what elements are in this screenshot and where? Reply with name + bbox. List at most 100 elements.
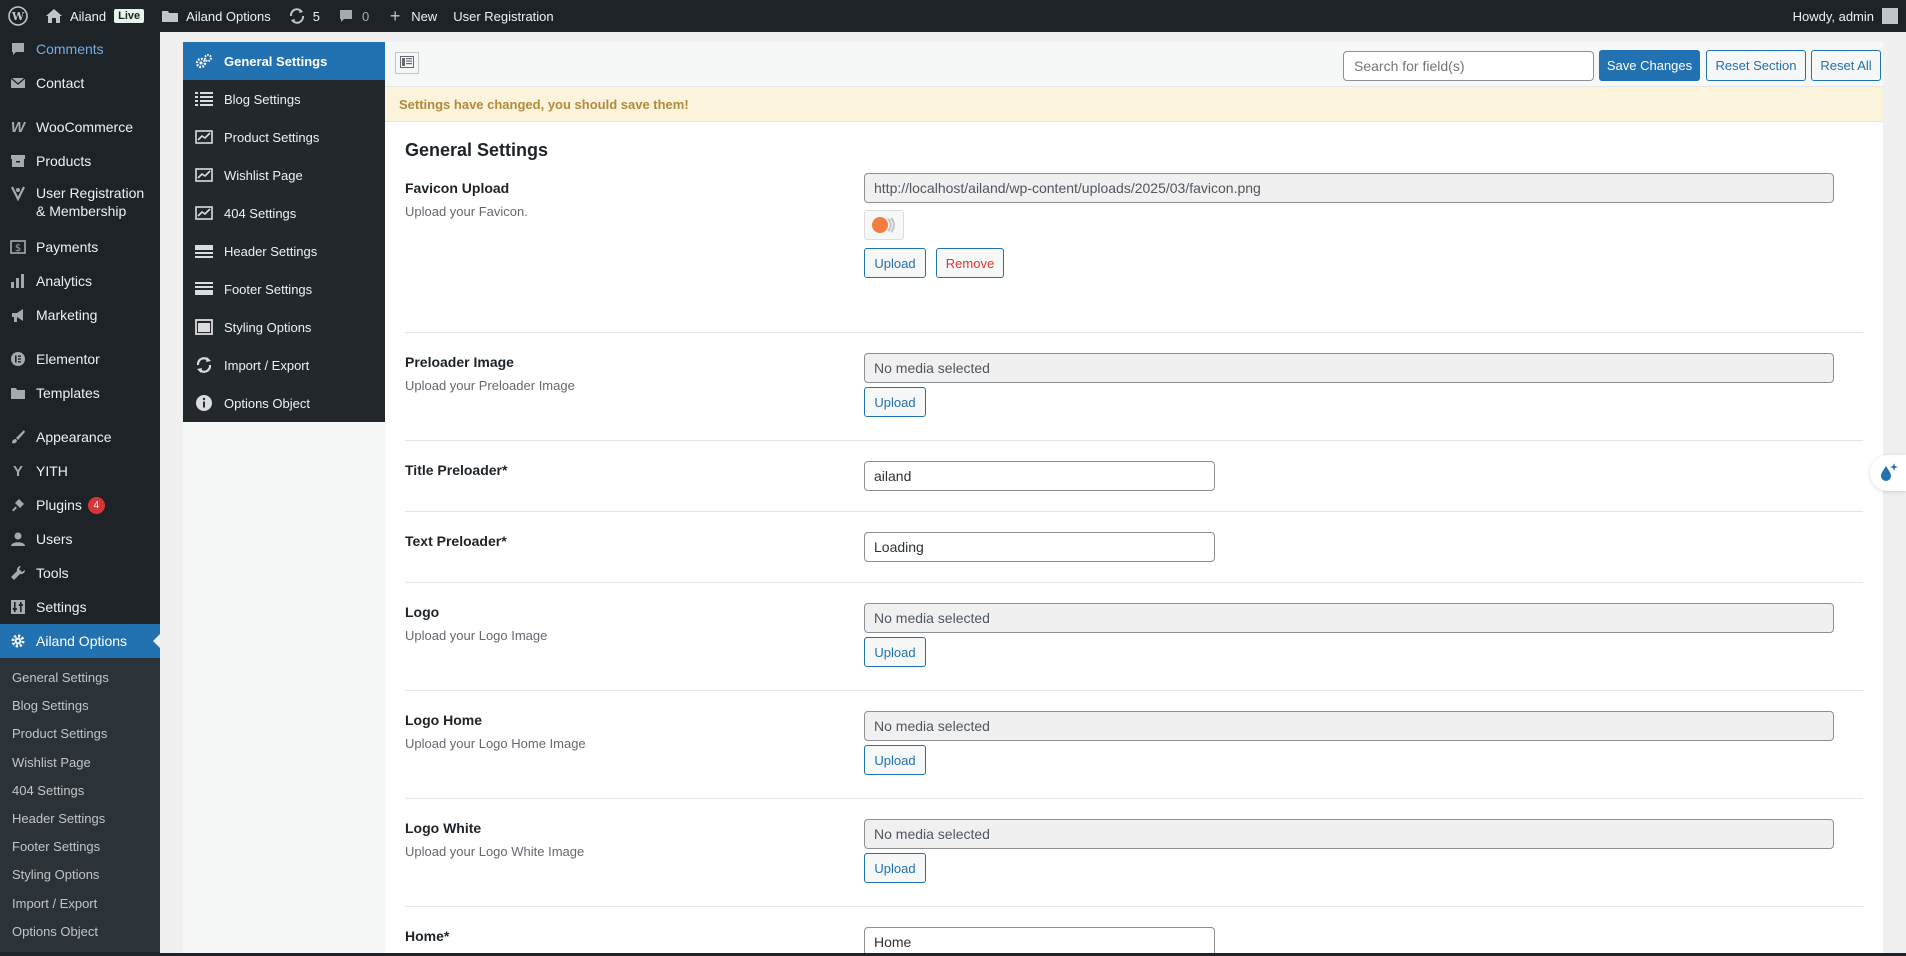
menu-settings-label: Settings (36, 599, 87, 615)
menu-user-registration[interactable]: User Registration & Membership (0, 178, 160, 230)
options-nav-import-export[interactable]: Import / Export (183, 346, 385, 384)
menu-yith[interactable]: Y YITH (0, 454, 160, 488)
menu-payments[interactable]: $ Payments (0, 230, 160, 264)
menu-templates-label: Templates (36, 385, 100, 401)
submenu-item[interactable]: Import / Export (0, 890, 160, 918)
options-nav-product-settings[interactable]: Product Settings (183, 118, 385, 156)
site-name: Ailand (70, 8, 107, 24)
submenu-item[interactable]: Options Object (0, 918, 160, 946)
list-icon (195, 90, 213, 108)
menu-analytics[interactable]: Analytics (0, 264, 160, 298)
menu-settings[interactable]: Settings (0, 590, 160, 624)
field-label: Preloader Image (405, 354, 514, 370)
menu-contact[interactable]: Contact (0, 66, 160, 100)
ailand-options-submenu: General Settings Blog Settings Product S… (0, 658, 160, 952)
favicon-url-input[interactable] (864, 173, 1834, 203)
field-preloader-image: Preloader Image Upload your Preloader Im… (405, 333, 1863, 441)
menu-plugins[interactable]: Plugins 4 (0, 488, 160, 522)
menu-tools[interactable]: Tools (0, 556, 160, 590)
menu-users-label: Users (36, 531, 73, 547)
menu-appearance-label: Appearance (36, 429, 112, 445)
favicon-upload-button[interactable]: Upload (864, 248, 926, 278)
menu-woocommerce[interactable]: W WooCommerce (0, 110, 160, 144)
submenu-item[interactable]: Header Settings (0, 805, 160, 833)
favicon-image (872, 217, 895, 233)
logo-home-upload-button[interactable]: Upload (864, 745, 926, 775)
menu-marketing[interactable]: Marketing (0, 298, 160, 332)
svg-text:$: $ (15, 243, 21, 254)
options-nav-general-settings[interactable]: General Settings (183, 42, 385, 80)
menu-appearance[interactable]: Appearance (0, 420, 160, 454)
field-home: Home* (405, 907, 1863, 956)
home-input[interactable] (864, 927, 1215, 956)
field-label: Title Preloader* (405, 462, 508, 478)
chart-icon (195, 166, 213, 184)
menu-user-registration-label: User Registration & Membership (36, 185, 145, 219)
menu-marketing-label: Marketing (36, 307, 98, 323)
submenu-item[interactable]: Wishlist Page (0, 749, 160, 777)
submenu-item[interactable]: Styling Options (0, 861, 160, 889)
reset-all-button[interactable]: Reset All (1811, 50, 1881, 81)
floating-assistant-button[interactable] (1870, 455, 1906, 491)
reset-section-button[interactable]: Reset Section (1706, 50, 1806, 81)
menu-ailand-options-label: Ailand Options (36, 633, 128, 649)
options-nav-blog-settings[interactable]: Blog Settings (183, 80, 385, 118)
menu-ailand-options[interactable]: Ailand Options (0, 624, 160, 658)
paintbrush-icon (8, 427, 28, 447)
user-registration-link[interactable]: User Registration (445, 0, 561, 32)
field-description: Upload your Logo White Image (405, 844, 585, 859)
options-nav-label: Import / Export (224, 357, 310, 373)
plus-icon: + (389, 5, 401, 26)
menu-comments-label: Comments (36, 41, 104, 57)
options-nav-options-object[interactable]: Options Object (183, 384, 385, 422)
expand-options-button[interactable] (395, 52, 419, 74)
new-content-link[interactable]: + New (377, 0, 445, 32)
options-nav-label: Blog Settings (224, 91, 301, 107)
favicon-remove-button[interactable]: Remove (936, 248, 1004, 278)
logo-white-upload-button[interactable]: Upload (864, 853, 926, 883)
options-nav-label: Styling Options (224, 319, 312, 335)
elementor-icon (8, 349, 28, 369)
site-name-link[interactable]: Ailand Live (36, 0, 152, 32)
menu-payments-label: Payments (36, 239, 99, 255)
ailand-options-link[interactable]: Ailand Options (152, 0, 279, 32)
preloader-upload-button[interactable]: Upload (864, 387, 926, 417)
submenu-item[interactable]: Footer Settings (0, 833, 160, 861)
admin-menu: Comments Contact W WooCommerce Products … (0, 32, 160, 956)
options-nav-footer-settings[interactable]: Footer Settings (183, 270, 385, 308)
options-nav-styling-options[interactable]: Styling Options (183, 308, 385, 346)
wordpress-logo-icon[interactable]: W (0, 0, 36, 32)
logo-white-input[interactable] (864, 819, 1834, 849)
submenu-item[interactable]: Blog Settings (0, 692, 160, 720)
user-registration-label: User Registration (453, 8, 554, 24)
menu-elementor[interactable]: Elementor (0, 342, 160, 376)
updates-link[interactable]: 5 (279, 0, 328, 32)
comments-count: 0 (361, 8, 370, 24)
comment-icon (8, 39, 28, 59)
submenu-item[interactable]: Product Settings (0, 720, 160, 748)
refresh-icon (195, 356, 213, 374)
logo-home-input[interactable] (864, 711, 1834, 741)
options-nav-header-settings[interactable]: Header Settings (183, 232, 385, 270)
updates-icon (287, 6, 307, 26)
title-preloader-input[interactable] (864, 461, 1215, 491)
menu-users[interactable]: Users (0, 522, 160, 556)
save-changes-button[interactable]: Save Changes (1599, 50, 1700, 81)
options-nav-wishlist-page[interactable]: Wishlist Page (183, 156, 385, 194)
yith-icon: Y (12, 462, 23, 480)
menu-products[interactable]: Products (0, 144, 160, 178)
archive-icon (8, 151, 28, 171)
logo-upload-button[interactable]: Upload (864, 637, 926, 667)
comments-link[interactable]: 0 (328, 0, 377, 32)
user-icon (8, 529, 28, 549)
logo-input[interactable] (864, 603, 1834, 633)
search-fields-input[interactable] (1343, 51, 1594, 81)
menu-comments[interactable]: Comments (0, 32, 160, 66)
submenu-item[interactable]: 404 Settings (0, 777, 160, 805)
options-nav-404-settings[interactable]: 404 Settings (183, 194, 385, 232)
submenu-item[interactable]: General Settings (0, 664, 160, 692)
my-account-link[interactable]: Howdy, admin (1785, 0, 1906, 32)
text-preloader-input[interactable] (864, 532, 1215, 562)
preloader-image-input[interactable] (864, 353, 1834, 383)
menu-templates[interactable]: Templates (0, 376, 160, 410)
